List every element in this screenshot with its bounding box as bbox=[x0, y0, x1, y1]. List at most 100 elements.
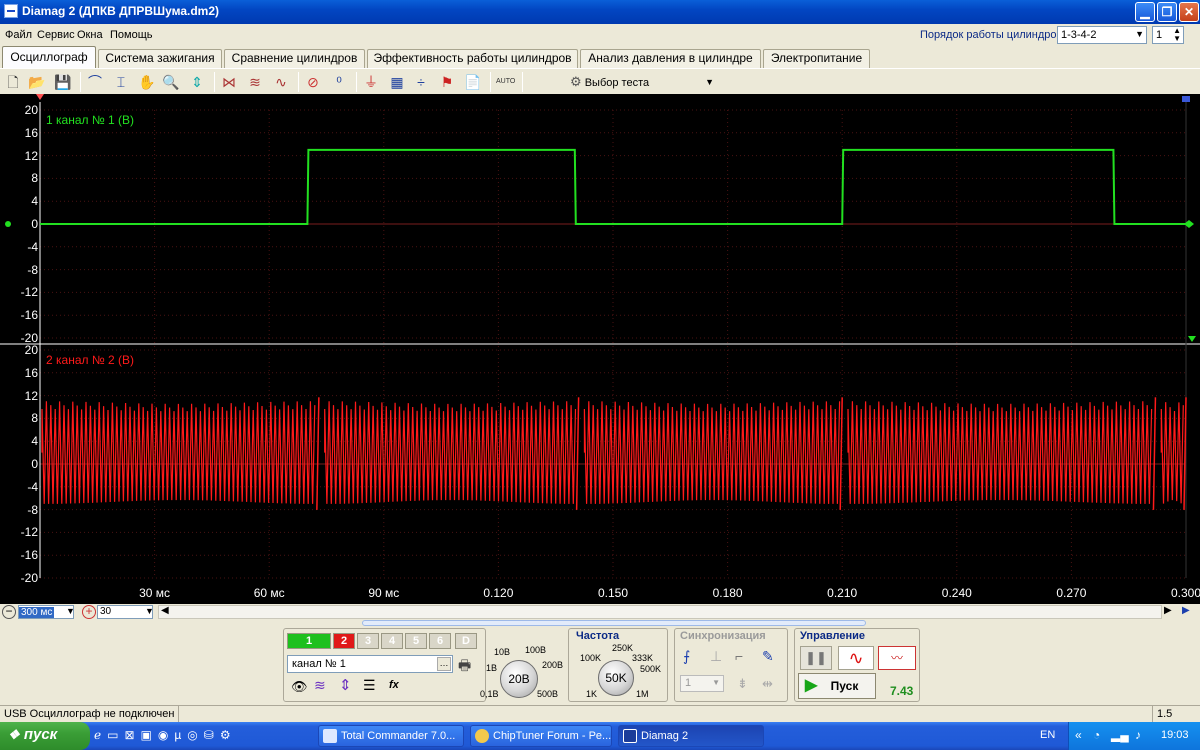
falling-edge-icon[interactable]: ⊥ bbox=[710, 648, 722, 665]
waveform-filter-icon[interactable]: ≋ bbox=[314, 677, 326, 694]
tab-cylinder-efficiency[interactable]: Эффективность работы цилиндров bbox=[367, 49, 578, 68]
sine-mode-button[interactable]: ∿ bbox=[838, 646, 874, 670]
channel-button-4[interactable]: 4 bbox=[381, 633, 403, 649]
tray-arrow-icon[interactable]: « bbox=[1075, 728, 1082, 742]
autoscale-icon[interactable]: ⌒ bbox=[86, 73, 104, 91]
save-icon[interactable]: 💾 bbox=[54, 73, 72, 91]
marker-flag-icon[interactable]: ⚑ bbox=[438, 73, 456, 91]
eye-icon[interactable]: 👁 bbox=[291, 679, 308, 695]
channel-button-2[interactable]: 2 bbox=[333, 633, 355, 649]
cylinder-order-select[interactable]: 1-3-4-2 ▼ bbox=[1057, 26, 1147, 44]
channel-button-3[interactable]: 3 bbox=[357, 633, 379, 649]
x-tick-label: 0.150 bbox=[597, 586, 629, 600]
start-button[interactable]: ❖ пуск bbox=[0, 722, 90, 750]
edge-down-icon[interactable]: ⌐ bbox=[735, 648, 743, 664]
sync-channel-select[interactable]: 1 ▼ bbox=[680, 675, 724, 692]
ie-icon[interactable]: ℯ bbox=[94, 728, 107, 742]
menu-service[interactable]: Сервис bbox=[37, 29, 75, 41]
taskbar-item-label: ChipTuner Forum - Pe... bbox=[493, 730, 612, 742]
tray-network-icon[interactable]: ◔ bbox=[1093, 728, 1100, 742]
tab-oscilloscope[interactable]: Осциллограф bbox=[2, 46, 96, 68]
lines-icon[interactable]: ☰ bbox=[363, 677, 376, 694]
status-right-value: 1.5 bbox=[1157, 708, 1173, 720]
cursor-icon[interactable]: ⌶ bbox=[112, 73, 130, 91]
filter-icon[interactable]: ⏚ bbox=[362, 73, 380, 91]
desktop-icon[interactable]: ▭ bbox=[107, 728, 124, 742]
sync-level-icon[interactable]: ⇟ bbox=[737, 676, 748, 692]
oscilloscope-display[interactable]: 1 канал № 1 (В) 2 канал № 2 (В) 20 16 12 8 4… bbox=[0, 94, 1200, 604]
x-tick-label: 0.300 bbox=[1170, 586, 1200, 600]
start-button-label: Пуск bbox=[830, 679, 859, 693]
language-indicator[interactable]: EN bbox=[1040, 729, 1055, 741]
play-end-icon[interactable]: ▶ bbox=[1182, 605, 1190, 616]
noise-mode-button[interactable]: 〰 bbox=[878, 646, 916, 670]
channel-name-field[interactable]: канал № 1 … bbox=[287, 655, 453, 673]
sync-position-icon[interactable]: ⇹ bbox=[762, 676, 773, 692]
auto-measure-icon[interactable]: ⊘ bbox=[304, 73, 322, 91]
rising-edge-icon[interactable]: ⨍ bbox=[683, 648, 690, 665]
zoom-out-icon[interactable]: − bbox=[2, 605, 16, 619]
cylinder-number-spinner[interactable]: 1 ▲ ▼ bbox=[1152, 26, 1184, 44]
freq-label-333k: 333K bbox=[632, 653, 654, 663]
scroll-right-icon[interactable]: ▶ bbox=[1164, 605, 1172, 616]
channel-settings-icon[interactable]: 🖶 bbox=[458, 655, 471, 679]
scroll-left-icon[interactable]: ◀ bbox=[161, 605, 169, 616]
tab-ignition[interactable]: Система зажигания bbox=[98, 49, 222, 68]
grid-icon[interactable]: ▦ bbox=[388, 73, 406, 91]
frequency-knob[interactable]: 50K bbox=[598, 660, 634, 696]
function-icon[interactable]: fx bbox=[389, 679, 399, 691]
zoom-icon[interactable]: 🔍 bbox=[162, 73, 180, 91]
auto-config-icon[interactable]: AUTO bbox=[496, 73, 515, 91]
channel-button-6[interactable]: 6 bbox=[429, 633, 451, 649]
test-select[interactable]: ⚙ Выбор теста ▼ bbox=[570, 72, 718, 92]
tab-cylinder-compare[interactable]: Сравнение цилиндров bbox=[224, 49, 365, 68]
taskbar-item-chrome[interactable]: ChipTuner Forum - Pe... bbox=[470, 725, 612, 747]
chrome-icon[interactable]: ◎ bbox=[187, 728, 203, 742]
zoom-in-icon[interactable]: + bbox=[82, 605, 96, 619]
tray-signal-icon[interactable]: ▂▄ bbox=[1111, 728, 1129, 742]
utorrent-icon[interactable]: µ bbox=[174, 728, 187, 742]
chrome-icon bbox=[475, 729, 489, 743]
program-icon[interactable]: ▣ bbox=[141, 728, 158, 742]
vertical-move-icon[interactable]: ⇕ bbox=[339, 676, 352, 694]
tray-volume-icon[interactable]: ♪ bbox=[1135, 728, 1141, 742]
freq-label-250k: 250K bbox=[612, 643, 634, 653]
tab-pressure-analysis[interactable]: Анализ давления в цилиндре bbox=[580, 49, 761, 68]
ellipsis-icon[interactable]: … bbox=[437, 657, 451, 671]
channel-button-d[interactable]: D bbox=[455, 633, 477, 649]
taskbar-item-total-commander[interactable]: Total Commander 7.0... bbox=[318, 725, 464, 747]
signal-overlay-icon[interactable]: ≋ bbox=[246, 73, 264, 91]
tool-icon[interactable]: ⚙ bbox=[220, 728, 237, 742]
channel-button-5[interactable]: 5 bbox=[405, 633, 427, 649]
panel-splitter[interactable] bbox=[362, 620, 866, 626]
drive-icon[interactable]: ⛁ bbox=[204, 728, 220, 742]
signal-split-icon[interactable]: ⋈ bbox=[220, 73, 238, 91]
minimize-button[interactable]: ▁ bbox=[1135, 2, 1155, 22]
pause-button[interactable]: ❚❚ bbox=[800, 646, 832, 670]
notes-icon[interactable]: 📄 bbox=[464, 73, 482, 91]
channel-button-1[interactable]: 1 bbox=[287, 633, 331, 649]
sync-auto-icon[interactable]: ✎ bbox=[762, 648, 774, 665]
hand-pan-icon[interactable]: ✋ bbox=[138, 73, 156, 91]
excel-icon[interactable]: ⊠ bbox=[124, 728, 140, 742]
taskbar-item-diamag[interactable]: Diamag 2 bbox=[618, 725, 764, 747]
menu-file[interactable]: Файл bbox=[5, 29, 32, 41]
x-tick-label: 90 мс bbox=[368, 586, 400, 600]
volts-knob[interactable]: 20В bbox=[500, 660, 538, 698]
firefox-icon[interactable]: ◉ bbox=[158, 728, 174, 742]
divider-icon[interactable]: ÷ bbox=[412, 73, 430, 91]
fit-icon[interactable]: ⇕ bbox=[188, 73, 206, 91]
menu-windows[interactable]: Окна bbox=[77, 29, 103, 41]
zero-offset-icon[interactable]: ⁰ bbox=[330, 73, 348, 91]
maximize-button[interactable]: ❐ bbox=[1157, 2, 1177, 22]
app-icon bbox=[4, 4, 18, 18]
tab-power-supply[interactable]: Электропитание bbox=[763, 49, 870, 68]
menu-help[interactable]: Помощь bbox=[110, 29, 153, 41]
quick-launch[interactable]: ℯ▭⊠▣◉µ◎⛁⚙ bbox=[94, 728, 310, 744]
open-folder-icon[interactable]: 📂 bbox=[28, 73, 46, 91]
new-file-icon[interactable]: 🗋 bbox=[4, 73, 22, 91]
close-button[interactable]: ✕ bbox=[1179, 2, 1199, 22]
horizontal-scrollbar[interactable]: ◀ bbox=[158, 605, 1162, 619]
signal-compare-icon[interactable]: ∿ bbox=[272, 73, 290, 91]
start-button[interactable]: ▶ Пуск bbox=[798, 673, 876, 699]
